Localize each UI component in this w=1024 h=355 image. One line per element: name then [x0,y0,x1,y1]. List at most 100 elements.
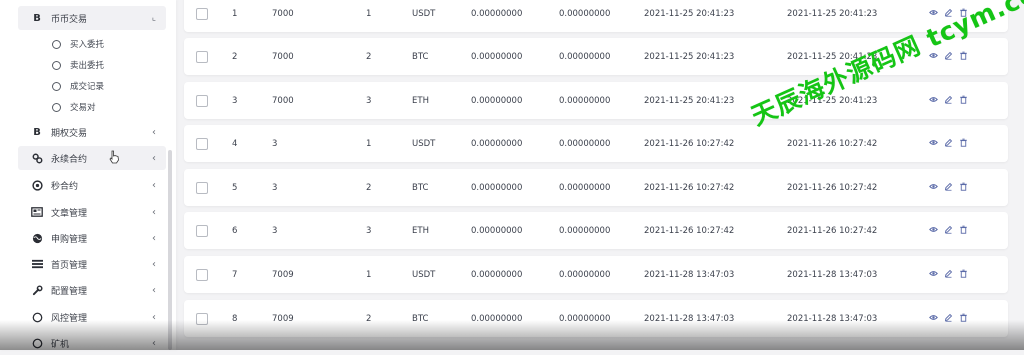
trash-icon [960,269,967,278]
row-checkbox[interactable] [196,268,208,281]
sidebar-item-label: 文章管理 [51,208,88,219]
sidebar-item-label: 首页管理 [51,260,88,271]
cell-amount: 0.00000000 [471,95,523,106]
delete-button[interactable] [959,182,968,194]
row-checkbox[interactable] [196,181,208,194]
cell-frozen: 0.00000000 [559,138,611,149]
cell-id: 1 [232,8,238,19]
edit-icon [944,95,953,104]
delete-button[interactable] [959,138,968,150]
row-checkbox[interactable] [196,137,208,150]
edit-button[interactable] [944,269,953,281]
cell-frozen: 0.00000000 [559,8,611,19]
delete-button[interactable] [959,51,968,63]
globe-icon [30,231,44,245]
sidebar-subitem-trading-pairs[interactable]: 交易对 [52,97,96,117]
edit-icon [944,138,953,147]
cell-created-at: 2021-11-25 20:41:23 [644,51,735,62]
edit-button[interactable] [944,138,953,150]
link-icon [30,151,44,165]
sidebar-subitem-label: 成交记录 [70,82,105,92]
trash-icon [960,138,967,147]
edit-icon [944,182,953,191]
cell-id: 7 [232,269,238,280]
view-button[interactable] [929,182,938,194]
row-checkbox[interactable] [196,94,208,107]
sidebar-item-second-contract[interactable]: 秒合约 ‹ [18,173,166,197]
edit-button[interactable] [944,51,953,63]
cell-coin-id: 1 [366,138,372,149]
row-checkbox-cell [196,256,208,293]
edit-button[interactable] [944,182,953,194]
row-checkbox-cell [196,212,208,249]
view-button[interactable] [929,269,938,281]
view-button[interactable] [929,95,938,107]
sidebar-subitem-label: 交易对 [70,103,96,113]
view-button[interactable] [929,225,938,237]
circle-icon [52,81,61,91]
cell-coin: ETH [412,95,429,106]
eye-icon [929,139,938,145]
target-icon [30,178,44,192]
chevron-left-icon: ‹ [152,179,156,191]
cell-created-at: 2021-11-28 13:47:03 [644,269,735,280]
cell-coin-id: 3 [366,225,372,236]
sidebar-subitem-label: 买入委托 [70,40,105,50]
list-icon [30,257,44,271]
sidebar-subitem-sell-orders[interactable]: 卖出委托 [52,55,104,75]
chevron-left-icon: ‹ [152,206,156,218]
edit-icon [944,51,953,60]
cell-amount: 0.00000000 [471,269,523,280]
edit-button[interactable] [944,225,953,237]
row-checkbox-cell [196,38,208,75]
cell-coin-id: 2 [366,182,372,193]
trash-icon [960,225,967,234]
sidebar-subitem-buy-orders[interactable]: 买入委托 [52,34,104,54]
row-actions [929,212,968,249]
cell-amount: 0.00000000 [471,182,523,193]
delete-button[interactable] [959,95,968,107]
sidebar-item-label: 期权交易 [51,128,88,139]
sidebar-item-articles[interactable]: 文章管理 ‹ [18,200,166,224]
cell-coin-id: 2 [366,51,372,62]
view-button[interactable] [929,138,938,150]
row-checkbox-cell [196,82,208,119]
cell-id: 2 [232,51,238,62]
newspaper-icon [30,205,44,219]
trash-icon [960,182,967,191]
cell-frozen: 0.00000000 [559,269,611,280]
sidebar-item-config[interactable]: 配置管理 ‹ [18,278,166,302]
delete-button[interactable] [959,269,968,281]
circle-icon [52,60,61,70]
sidebar-item-perpetual[interactable]: 永续合约 ‹ [18,146,166,170]
sidebar-item-spot-trading[interactable]: B 币币交易 ⌞ [18,6,166,30]
edit-icon [944,225,953,234]
chevron-left-icon: ‹ [152,126,156,138]
delete-button[interactable] [959,225,968,237]
sidebar-item-homepage[interactable]: 首页管理 ‹ [18,252,166,276]
table-row: 6 3 3 ETH 0.00000000 0.00000000 2021-11-26 10:… [184,212,1008,249]
row-checkbox-cell [196,0,208,32]
cell-user-id: 7009 [272,269,294,280]
sidebar-item-options[interactable]: B 期权交易 ‹ [18,120,166,144]
chevron-left-icon: ‹ [152,284,156,296]
cell-id: 3 [232,95,238,106]
row-actions [929,169,968,206]
chevron-left-icon: ‹ [152,258,156,270]
hand-cursor-icon [109,150,119,164]
row-actions [929,82,968,119]
cell-user-id: 3 [272,138,278,149]
circle-icon [52,39,61,49]
edit-button[interactable] [944,95,953,107]
sidebar-item-subscription[interactable]: 申购管理 ‹ [18,226,166,250]
cell-user-id: 7000 [272,8,294,19]
row-checkbox[interactable] [196,50,208,63]
trash-icon [960,95,967,104]
sidebar-subitem-trade-records[interactable]: 成交记录 [52,76,104,96]
sidebar-item-label: 秒合约 [51,181,79,192]
cell-id: 6 [232,225,238,236]
row-checkbox[interactable] [196,224,208,237]
row-checkbox[interactable] [196,7,208,20]
chevron-left-icon: ‹ [152,152,156,164]
cell-created-at: 2021-11-26 10:27:42 [644,225,735,236]
